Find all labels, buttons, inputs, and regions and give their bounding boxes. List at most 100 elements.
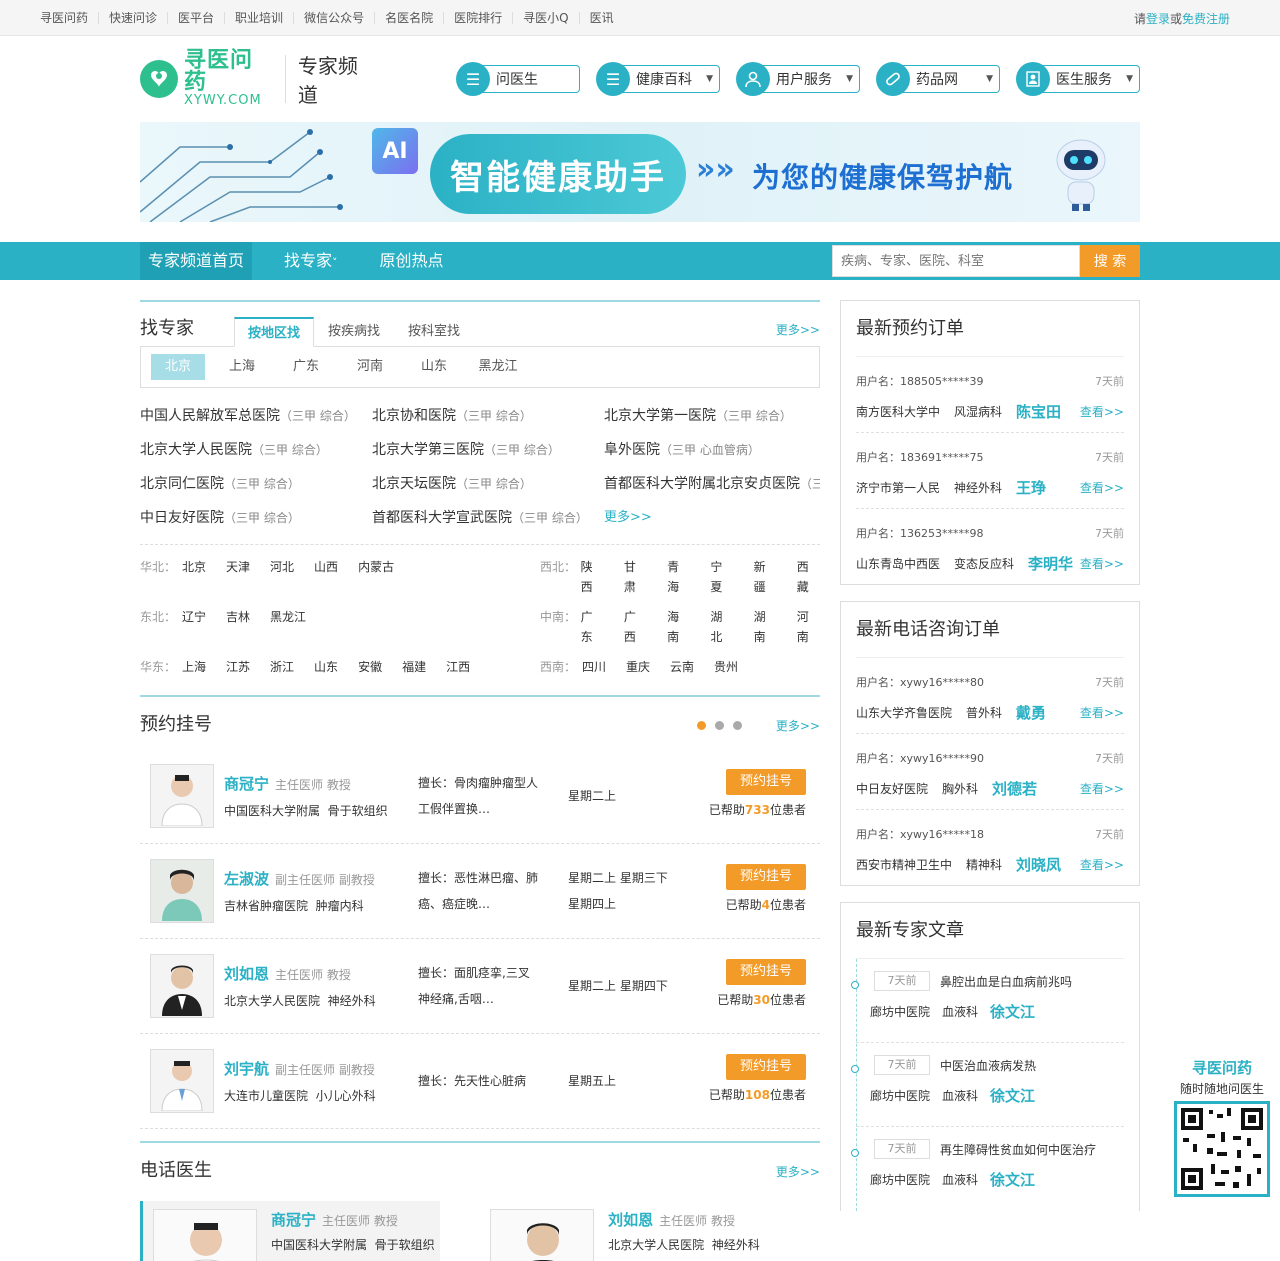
book-appointment-button[interactable]: 预约挂号 (726, 959, 806, 985)
region-city-link[interactable]: 湖北 (710, 607, 733, 647)
region-city-link[interactable]: 重庆 (626, 657, 650, 677)
region-city-link[interactable]: 浙江 (270, 657, 294, 677)
region-city-link[interactable]: 内蒙古 (358, 557, 394, 597)
doctor-name[interactable]: 商冠宁 (271, 1211, 316, 1229)
region-city-link[interactable]: 辽宁 (182, 607, 206, 647)
header-nav-ask-doctor[interactable]: ☰ 问医生 (456, 62, 581, 96)
header-nav-user-service[interactable]: 用户服务 ▼ (736, 62, 861, 96)
city-tab[interactable]: 黑龙江 (471, 354, 525, 380)
hospital-link[interactable]: 首都医科大学附属北京安贞医院（三甲 综合） (604, 474, 820, 494)
view-link[interactable]: 查看>> (1080, 403, 1124, 420)
topnav-link[interactable]: 医讯 (580, 12, 624, 24)
book-appointment-button[interactable]: 预约挂号 (726, 769, 806, 795)
region-city-link[interactable]: 新疆 (754, 557, 777, 597)
book-appointment-button[interactable]: 预约挂号 (726, 864, 806, 890)
article-doctor-name[interactable]: 徐文江 (990, 1085, 1035, 1106)
region-city-link[interactable]: 湖南 (754, 607, 777, 647)
order-doctor-name[interactable]: 刘德若 (992, 778, 1037, 799)
region-city-link[interactable]: 吉林 (226, 607, 250, 647)
book-appointment-button[interactable]: 预约挂号 (726, 1054, 806, 1080)
hospital-link[interactable]: 北京大学第三医院（三甲 综合） (372, 440, 604, 460)
region-city-link[interactable]: 西藏 (797, 557, 820, 597)
doctor-name[interactable]: 刘宇航 (224, 1060, 269, 1078)
region-city-link[interactable]: 甘肃 (624, 557, 647, 597)
article-doctor-name[interactable]: 徐文江 (990, 1001, 1035, 1022)
nav-hot-topics[interactable]: 原创热点 (372, 242, 452, 280)
region-city-link[interactable]: 北京 (182, 557, 206, 597)
view-link[interactable]: 查看>> (1080, 856, 1124, 873)
city-tab[interactable]: 上海 (215, 354, 269, 380)
search-input[interactable] (832, 245, 1080, 277)
view-link[interactable]: 查看>> (1080, 780, 1124, 797)
nav-home[interactable]: 专家频道首页 (140, 242, 253, 280)
region-city-link[interactable]: 山东 (314, 657, 338, 677)
register-link[interactable]: 免费注册 (1182, 12, 1230, 26)
hospital-more-link[interactable]: 更多>> (604, 508, 820, 528)
doctor-photo[interactable] (150, 1049, 214, 1113)
hospital-link[interactable]: 北京协和医院（三甲 综合） (372, 406, 604, 426)
tab-by-region[interactable]: 按地区找 (234, 317, 314, 347)
region-city-link[interactable]: 上海 (182, 657, 206, 677)
city-tab[interactable]: 河南 (343, 354, 397, 380)
doctor-photo[interactable] (150, 859, 214, 923)
view-link[interactable]: 查看>> (1080, 479, 1124, 496)
city-tab[interactable]: 广东 (279, 354, 333, 380)
topnav-link[interactable]: 寻医问药 (30, 12, 100, 24)
logo[interactable]: 寻医问药 XYWY.COM (140, 50, 273, 108)
view-link[interactable]: 查看>> (1080, 704, 1124, 721)
region-city-link[interactable]: 安徽 (358, 657, 382, 677)
phone-doctor-card[interactable]: 商冠宁 主任医师 教授 中国医科大学附属 骨于软组织 (140, 1201, 441, 1261)
hospital-link[interactable]: 中国人民解放军总医院（三甲 综合） (140, 406, 372, 426)
region-city-link[interactable]: 四川 (582, 657, 606, 677)
article-title[interactable]: 再生障碍性贫血如何中医治疗 (940, 1141, 1096, 1158)
doctor-photo[interactable] (150, 764, 214, 828)
header-nav-drug[interactable]: 药品网 ▼ (876, 62, 1001, 96)
topnav-link[interactable]: 快速问诊 (99, 12, 169, 24)
region-city-link[interactable]: 青海 (667, 557, 690, 597)
hospital-link[interactable]: 阜外医院（三甲 心血管病） (604, 440, 820, 460)
tab-by-disease[interactable]: 按疾病找 (314, 316, 394, 346)
search-button[interactable]: 搜 索 (1080, 245, 1140, 277)
region-city-link[interactable]: 河北 (270, 557, 294, 597)
carousel-dot[interactable] (715, 721, 724, 730)
hospital-link[interactable]: 北京大学第一医院（三甲 综合） (604, 406, 820, 426)
region-city-link[interactable]: 海南 (667, 607, 690, 647)
article-title[interactable]: 鼻腔出血是白血病前兆吗 (940, 973, 1072, 990)
hospital-link[interactable]: 北京天坛医院（三甲 综合） (372, 474, 604, 494)
region-city-link[interactable]: 贵州 (714, 657, 738, 677)
doctor-name[interactable]: 商冠宁 (224, 775, 269, 793)
region-city-link[interactable]: 陕西 (581, 557, 604, 597)
floating-qr-widget[interactable]: 寻医问药 随时随地问医生 (1172, 1057, 1272, 1197)
phone-doctor-card[interactable]: 刘如恩 主任医师 教授 北京大学人民医院 神经外科 (480, 1201, 780, 1261)
order-doctor-name[interactable]: 陈宝田 (1016, 401, 1061, 422)
doctor-name[interactable]: 左淑波 (224, 870, 269, 888)
city-tab[interactable]: 山东 (407, 354, 461, 380)
region-city-link[interactable]: 天津 (226, 557, 250, 597)
order-doctor-name[interactable]: 戴勇 (1016, 702, 1046, 723)
booking-more-link[interactable]: 更多>> (776, 717, 820, 734)
carousel-dot[interactable] (733, 721, 742, 730)
topnav-link[interactable]: 职业培训 (225, 12, 295, 24)
header-nav-doctor-service[interactable]: 医生服务 ▼ (1016, 62, 1141, 96)
region-city-link[interactable]: 江苏 (226, 657, 250, 677)
region-city-link[interactable]: 福建 (402, 657, 426, 677)
hospital-link[interactable]: 北京同仁医院（三甲 综合） (140, 474, 372, 494)
topnav-link[interactable]: 医院排行 (444, 12, 514, 24)
find-expert-more-link[interactable]: 更多>> (776, 321, 820, 338)
region-city-link[interactable]: 黑龙江 (270, 607, 306, 647)
doctor-name[interactable]: 刘如恩 (224, 965, 269, 983)
region-city-link[interactable]: 广东 (581, 607, 604, 647)
login-link[interactable]: 登录 (1146, 12, 1170, 26)
region-city-link[interactable]: 云南 (670, 657, 694, 677)
phone-doctor-more-link[interactable]: 更多>> (776, 1163, 820, 1180)
article-doctor-name[interactable]: 徐文江 (990, 1169, 1035, 1190)
topnav-link[interactable]: 寻医小Q (513, 12, 580, 24)
region-city-link[interactable]: 宁夏 (710, 557, 733, 597)
city-tab[interactable]: 北京 (151, 354, 205, 380)
order-doctor-name[interactable]: 刘晓凤 (1016, 854, 1061, 875)
topnav-link[interactable]: 医平台 (168, 12, 226, 24)
doctor-photo[interactable] (150, 954, 214, 1018)
header-nav-health-wiki[interactable]: ☰ 健康百科 ▼ (596, 62, 721, 96)
topnav-link[interactable]: 微信公众号 (294, 12, 376, 24)
doctor-name[interactable]: 刘如恩 (608, 1211, 653, 1229)
